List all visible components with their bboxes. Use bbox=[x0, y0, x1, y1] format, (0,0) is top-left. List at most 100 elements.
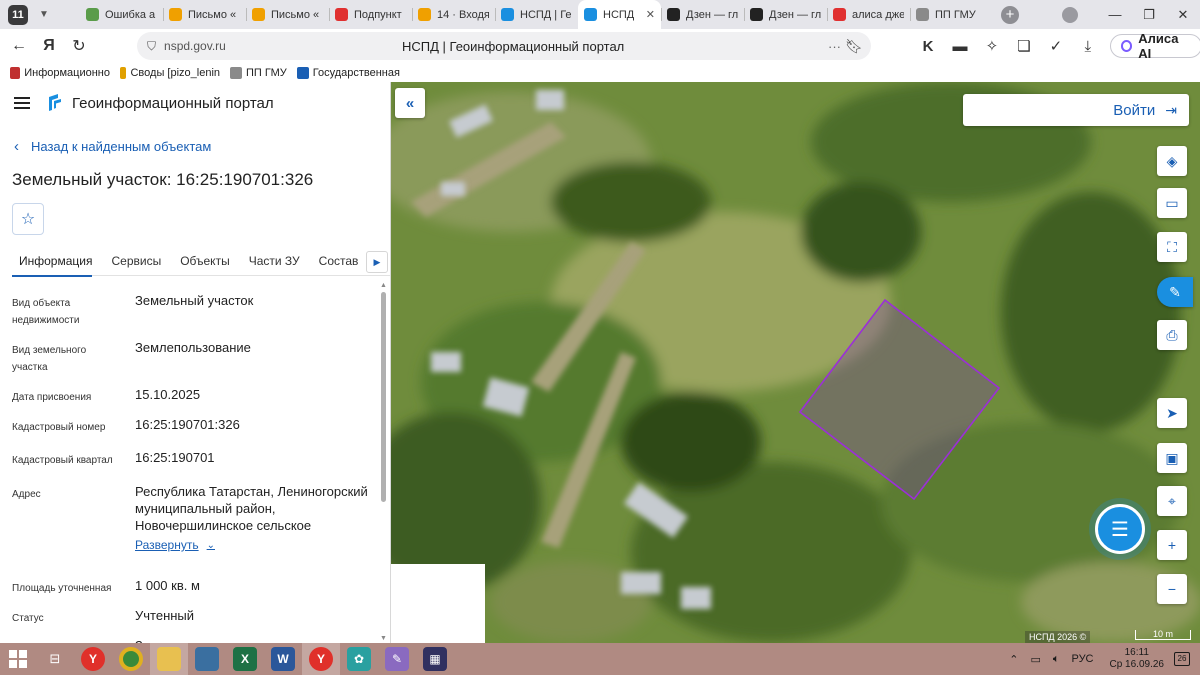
chevron-up-icon[interactable]: ⌃ bbox=[1009, 653, 1018, 666]
downloads-icon[interactable]: ⤓ bbox=[1072, 38, 1104, 55]
browser-tab[interactable]: Письмо « bbox=[246, 0, 329, 29]
speaker-icon[interactable]: 🔈︎ bbox=[1053, 653, 1060, 666]
tab-label: Дзен — гл bbox=[686, 8, 738, 21]
browser-tab[interactable]: Письмо « bbox=[163, 0, 246, 29]
excel-taskbar[interactable]: X bbox=[226, 643, 264, 675]
browser-tab[interactable]: алиса дже bbox=[827, 0, 910, 29]
back-to-results-link[interactable]: ‹ Назад к найденным объектам bbox=[14, 138, 211, 155]
yandex-active-taskbar[interactable]: Y bbox=[302, 643, 340, 675]
area-select-button[interactable]: ⛶ bbox=[1157, 232, 1187, 262]
ruler-button[interactable]: ▭ bbox=[1157, 188, 1187, 218]
word-taskbar[interactable]: W bbox=[264, 643, 302, 675]
browser-tab[interactable]: Ошибка а bbox=[80, 0, 163, 29]
network-icon[interactable]: ▭ bbox=[1030, 653, 1040, 666]
property-value: 1 000 кв. м bbox=[135, 578, 200, 593]
panel-tab[interactable]: Части ЗУ bbox=[242, 248, 312, 276]
property-value: Учтенный bbox=[135, 608, 195, 623]
more-icon[interactable]: ··· bbox=[828, 39, 841, 54]
menu-icon[interactable] bbox=[14, 97, 30, 109]
paint-taskbar[interactable]: ✎ bbox=[378, 643, 416, 675]
scanner-taskbar[interactable] bbox=[188, 643, 226, 675]
bookmark-item[interactable]: Государственная bbox=[296, 66, 400, 79]
explorer-taskbar[interactable] bbox=[150, 643, 188, 675]
object-title: Земельный участок: 16:25:190701:326 bbox=[12, 170, 314, 189]
locate-button[interactable]: ➤ bbox=[1157, 398, 1187, 428]
property-value: 16:25:190701:326 bbox=[135, 417, 240, 432]
browser-tab[interactable]: Подпункт bbox=[329, 0, 412, 29]
browser-tab[interactable]: Дзен — гл bbox=[744, 0, 827, 29]
browser-tab[interactable]: Дзен — гл bbox=[661, 0, 744, 29]
property-label: Кадастровый номер bbox=[12, 422, 106, 433]
bookmark-favicon-icon bbox=[296, 66, 309, 79]
reload-icon[interactable]: ↻ bbox=[64, 36, 94, 56]
app-paw-taskbar[interactable]: ✿ bbox=[340, 643, 378, 675]
notifications-button[interactable]: 26 bbox=[1174, 652, 1190, 666]
panel-tab[interactable]: Состав bbox=[312, 248, 371, 276]
yandex-browser-taskbar[interactable]: Y bbox=[74, 643, 112, 675]
extensions-puzzle-icon[interactable]: ✧ bbox=[976, 37, 1008, 55]
map-view[interactable]: « Войти ⇥ ◈ ▭ ⛶ ✎ ⎙ ➤ ▣ ⌖ + − ☰ НСПД 202… bbox=[391, 82, 1200, 643]
start-button[interactable] bbox=[0, 643, 36, 675]
panel-scrollbar[interactable]: ▲ ▼ bbox=[380, 282, 388, 642]
browser-tab[interactable]: 14 · Входя bbox=[412, 0, 495, 29]
favorite-button[interactable]: ☆ bbox=[12, 203, 44, 235]
shield-icon[interactable]: ⛉ bbox=[147, 39, 156, 54]
word-icon: W bbox=[271, 647, 295, 671]
chrome-taskbar[interactable] bbox=[112, 643, 150, 675]
keyboard-app-taskbar[interactable]: ▦ bbox=[416, 643, 454, 675]
zoom-in-button[interactable]: + bbox=[1157, 530, 1187, 560]
extension-hat-icon[interactable]: ▬ bbox=[944, 38, 976, 55]
tab-label: НСПД | Ге bbox=[520, 8, 572, 21]
restore-button[interactable]: ❐ bbox=[1132, 7, 1166, 23]
back-label: Назад к найденным объектам bbox=[31, 139, 212, 154]
scroll-thumb[interactable] bbox=[381, 292, 386, 502]
scroll-down-icon[interactable]: ▼ bbox=[380, 635, 387, 642]
panel-tab[interactable]: Сервисы bbox=[104, 248, 173, 276]
browser-tab[interactable]: НСПД | Ге bbox=[495, 0, 578, 29]
yandex-logo-icon[interactable]: Я bbox=[34, 37, 64, 55]
close-window-button[interactable]: ✕ bbox=[1166, 7, 1200, 23]
new-tab-button[interactable]: + bbox=[1001, 5, 1019, 24]
adblock-icon[interactable]: ✓ bbox=[1040, 37, 1072, 55]
taskbar: ⊟ Y X W Y ✿ ✎ ▦ ⌃ ▭ 🔈︎ РУС 16:11 Ср 16.0… bbox=[0, 643, 1200, 675]
minimize-button[interactable]: — bbox=[1098, 7, 1132, 22]
paint-icon: ✎ bbox=[385, 647, 409, 671]
task-view-button[interactable]: ⊟ bbox=[36, 643, 74, 675]
expand-address-link[interactable]: Развернуть ⌄ bbox=[135, 538, 215, 552]
login-button[interactable]: Войти ⇥ bbox=[963, 94, 1189, 126]
chevron-down-icon[interactable]: ▼ bbox=[34, 5, 54, 25]
extension-k-icon[interactable]: K bbox=[912, 38, 944, 55]
back-arrow-icon[interactable]: ← bbox=[4, 37, 34, 55]
panel-tab[interactable]: Информация bbox=[12, 248, 104, 277]
close-tab-icon[interactable]: ✕ bbox=[646, 8, 655, 21]
tabs-next-button[interactable]: ▶ bbox=[366, 251, 388, 273]
clock[interactable]: 16:11 Ср 16.09.26 bbox=[1110, 647, 1165, 671]
profile-avatar[interactable] bbox=[1062, 6, 1078, 23]
url-field[interactable]: ⛉ nspd.gov.ru НСПД | Геоинформационный п… bbox=[137, 32, 871, 60]
tab-counter-button[interactable]: 11 bbox=[8, 4, 28, 25]
bookmark-item[interactable]: Информационно bbox=[10, 66, 110, 79]
bookmark-item[interactable]: ПП ГМУ bbox=[230, 66, 287, 79]
zoom-out-button[interactable]: − bbox=[1157, 574, 1187, 604]
alice-ai-button[interactable]: Алиса AI bbox=[1109, 31, 1200, 61]
panel-tabs: Информация Сервисы Объекты Части ЗУ Состав ▶ bbox=[12, 248, 390, 277]
scroll-up-icon[interactable]: ▲ bbox=[380, 282, 387, 289]
minimap-button[interactable]: ▣ bbox=[1157, 443, 1187, 473]
browser-tab[interactable]: НСПД ✕ bbox=[578, 0, 661, 29]
print-icon: ⎙ bbox=[1166, 326, 1178, 343]
collections-icon[interactable]: ❏ bbox=[1008, 37, 1040, 55]
layers-button[interactable]: ◈ bbox=[1157, 146, 1187, 176]
bookmark-item[interactable]: Своды [pizo_lenin bbox=[120, 66, 220, 79]
panel-tab[interactable]: Объекты bbox=[173, 248, 242, 276]
url-text: nspd.gov.ru bbox=[164, 39, 226, 53]
bookmark-label: ПП ГМУ bbox=[246, 66, 287, 79]
chat-button[interactable]: ☰ bbox=[1095, 504, 1145, 554]
property-value: Землепользование bbox=[135, 340, 251, 355]
language-indicator[interactable]: РУС bbox=[1071, 653, 1093, 665]
bookmark-icon[interactable]: 🔖︎ bbox=[845, 38, 863, 55]
map-mode-button[interactable]: ✎ bbox=[1157, 277, 1193, 307]
print-button[interactable]: ⎙ bbox=[1157, 320, 1187, 350]
geolocation-button[interactable]: ⌖ bbox=[1157, 486, 1187, 516]
browser-tab[interactable]: ПП ГМУ bbox=[910, 0, 993, 29]
collapse-panel-button[interactable]: « bbox=[395, 88, 425, 118]
